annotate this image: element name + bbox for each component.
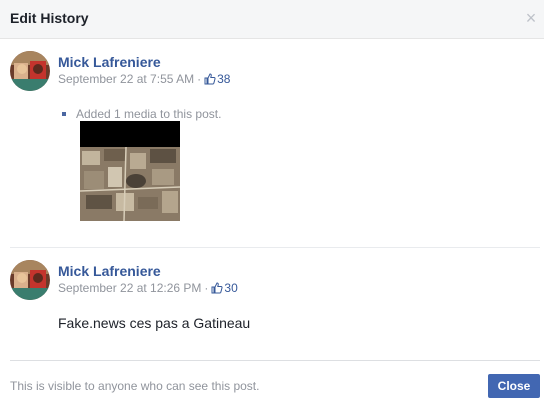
dialog-title: Edit History (10, 10, 89, 26)
like-count: 30 (224, 281, 238, 295)
avatar-image (10, 260, 50, 300)
entry-divider (10, 247, 540, 248)
like-thumb-icon (211, 282, 223, 294)
timestamp-link[interactable]: September 22 at 7:55 AM (58, 72, 194, 86)
avatar[interactable] (10, 51, 50, 91)
bullet-icon (62, 112, 66, 116)
meta-separator: · (197, 72, 202, 86)
footer-divider (10, 360, 540, 361)
close-button[interactable]: Close (488, 374, 540, 398)
post-text: Fake.news ces pas a Gatineau (58, 315, 251, 331)
like-thumb-icon (204, 73, 216, 85)
meta-separator: · (204, 281, 209, 295)
visibility-note: This is visible to anyone who can see th… (10, 379, 260, 393)
media-thumbnail[interactable] (80, 121, 180, 221)
avatar-image (10, 51, 50, 91)
author-name[interactable]: Mick Lafreniere (58, 263, 161, 279)
timestamp-link[interactable]: September 22 at 12:26 PM (58, 281, 201, 295)
like-count-link[interactable]: 38 (204, 72, 230, 86)
avatar[interactable] (10, 260, 50, 300)
post-meta: September 22 at 7:55 AM · 38 (58, 72, 230, 86)
author-name[interactable]: Mick Lafreniere (58, 54, 161, 70)
change-note: Added 1 media to this post. (62, 107, 221, 121)
post-meta: September 22 at 12:26 PM · 30 (58, 281, 238, 295)
like-count-link[interactable]: 30 (211, 281, 238, 295)
close-icon[interactable]: × (524, 9, 538, 27)
change-note-text: Added 1 media to this post. (76, 107, 222, 121)
dialog-header: Edit History × (0, 0, 544, 39)
aerial-photo-image (80, 121, 180, 221)
like-count: 38 (217, 72, 231, 86)
